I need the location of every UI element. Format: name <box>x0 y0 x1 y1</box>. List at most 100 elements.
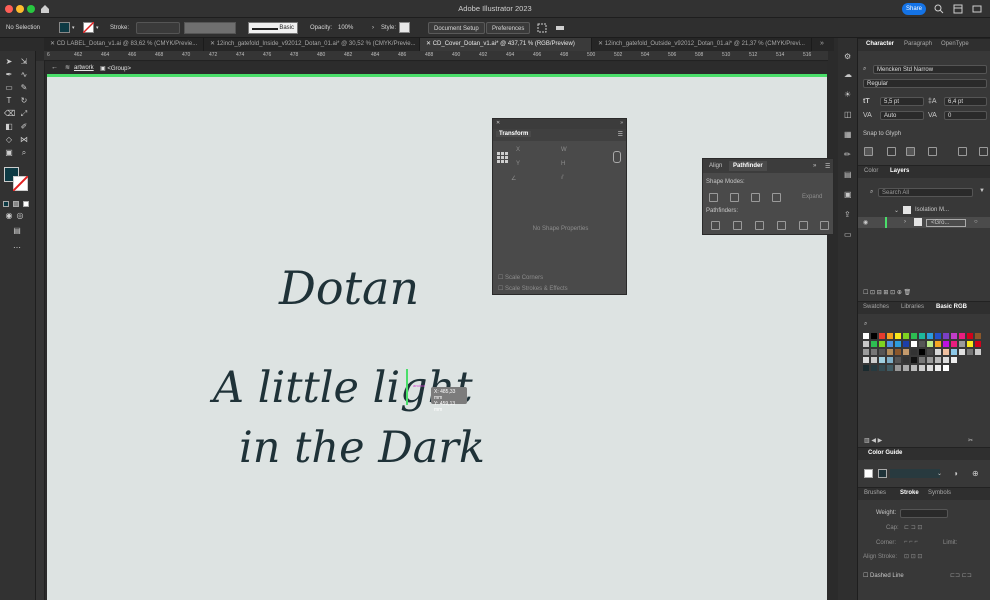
selection-tool-icon[interactable]: ➤ <box>4 57 14 67</box>
arrange-documents-icon[interactable] <box>953 4 963 14</box>
align-icon[interactable] <box>537 23 547 33</box>
gradient-mode-icon[interactable] <box>13 201 19 207</box>
close-icon[interactable]: ✕ <box>210 41 217 47</box>
color-swatch[interactable] <box>951 333 957 339</box>
color-swatch[interactable] <box>895 333 901 339</box>
layer-name[interactable]: Isolation M... <box>915 207 949 213</box>
color-swatch[interactable] <box>911 365 917 371</box>
color-swatch[interactable] <box>935 365 941 371</box>
color-swatch[interactable] <box>887 341 893 347</box>
artboards-icon[interactable]: ▣ <box>844 190 852 199</box>
tab-brushes[interactable]: Brushes <box>864 490 886 496</box>
color-swatch[interactable] <box>943 357 949 363</box>
divide-icon[interactable] <box>711 221 720 230</box>
color-swatch[interactable] <box>879 357 885 363</box>
color-mode-icon[interactable] <box>3 201 9 207</box>
color-swatch[interactable] <box>935 349 941 355</box>
color-swatch[interactable] <box>863 357 869 363</box>
leading-field[interactable]: 6,4 pt <box>944 97 987 106</box>
layers-dock-icon[interactable]: ▤ <box>844 170 852 179</box>
scale-corners-checkbox[interactable]: ☐ Scale Corners <box>498 274 543 281</box>
eye-icon[interactable]: ◉ <box>863 219 868 226</box>
artwork-title[interactable]: Dotan <box>279 261 419 315</box>
document-setup-button[interactable]: Document Setup <box>428 22 485 34</box>
align-stroke-icons[interactable]: ⊡ ⊡ ⊡ <box>904 553 922 560</box>
color-swatch[interactable] <box>863 365 869 371</box>
color-swatch[interactable] <box>871 357 877 363</box>
snap-xheight-icon[interactable] <box>887 147 896 156</box>
stroke-weight-field[interactable] <box>136 22 180 34</box>
snap-proximity-icon[interactable] <box>928 147 937 156</box>
color-swatch[interactable] <box>895 357 901 363</box>
color-swatch[interactable] <box>919 341 925 347</box>
transform-icon[interactable] <box>555 23 565 33</box>
edit-colors-icon[interactable]: ⊕ <box>972 469 979 478</box>
tab-character[interactable]: Character <box>866 41 894 47</box>
color-swatch[interactable] <box>975 333 981 339</box>
artwork-line-3[interactable]: in the Dark <box>239 423 485 473</box>
expand-icon[interactable]: » <box>620 120 623 126</box>
minus-back-icon[interactable] <box>820 221 829 230</box>
layers-search-input[interactable]: Search All <box>878 188 973 197</box>
color-swatch[interactable] <box>871 365 877 371</box>
stroke-color-swatch[interactable] <box>83 22 94 33</box>
tab-symbols[interactable]: Symbols <box>928 490 951 496</box>
snap-baseline-icon[interactable] <box>864 147 873 156</box>
artboard-canvas[interactable]: Dotan A little light in the Dark anchor … <box>47 77 827 600</box>
share-button[interactable]: Share <box>902 3 926 15</box>
none-mode-icon[interactable] <box>23 201 29 207</box>
variable-width-profile[interactable] <box>184 22 236 34</box>
color-swatch[interactable] <box>959 341 965 347</box>
collapse-icon[interactable]: ✕ <box>496 120 500 126</box>
color-swatch[interactable] <box>959 349 965 355</box>
reference-point-icon[interactable] <box>497 152 508 163</box>
color-wheel-icon[interactable]: ◑ <box>953 469 958 478</box>
harmony-strip[interactable] <box>890 469 940 478</box>
font-style-field[interactable]: Regular <box>863 79 987 88</box>
unite-icon[interactable] <box>709 193 718 202</box>
zoom-tool-icon[interactable]: ⌕ <box>19 148 29 158</box>
color-swatch[interactable] <box>935 357 941 363</box>
preferences-button[interactable]: Preferences <box>486 22 531 34</box>
tab-cd-label[interactable]: ✕ CD LABEL_Dotan_v1.ai @ 83,62 % (CMYK/P… <box>44 38 204 51</box>
color-swatch[interactable] <box>975 341 981 347</box>
trim-icon[interactable] <box>733 221 742 230</box>
swatch-icon[interactable]: ▦ <box>844 130 852 139</box>
color-swatch[interactable] <box>879 333 885 339</box>
corner-style-icons[interactable]: ⌐ ⌐ ⌐ <box>904 539 918 545</box>
snap-anchor-icon[interactable] <box>979 147 988 156</box>
tab-pathfinder[interactable]: Pathfinder <box>729 161 767 171</box>
breadcrumb-layer[interactable]: artwork <box>74 65 94 71</box>
color-swatch[interactable] <box>967 349 973 355</box>
swatch-grid[interactable] <box>863 333 983 383</box>
color-swatch[interactable] <box>911 333 917 339</box>
color-swatch[interactable] <box>927 365 933 371</box>
color-swatch[interactable] <box>919 357 925 363</box>
draw-normal-icon[interactable]: ◉ <box>4 211 14 221</box>
color-swatch[interactable] <box>951 349 957 355</box>
tab-stroke[interactable]: Stroke <box>900 490 919 496</box>
scale-tool-icon[interactable]: ⤢ <box>19 109 29 119</box>
chevron-down-icon[interactable]: ⌄ <box>894 207 899 214</box>
color-swatch[interactable] <box>967 333 973 339</box>
color-swatch[interactable] <box>895 365 901 371</box>
pen-tool-icon[interactable]: ✒ <box>4 70 14 80</box>
color-swatch[interactable] <box>863 333 869 339</box>
chevron-right-icon[interactable]: › <box>904 219 906 225</box>
back-arrow-icon[interactable]: ← <box>51 64 58 71</box>
tab-swatches[interactable]: Swatches <box>863 304 889 310</box>
color-swatch[interactable] <box>879 341 885 347</box>
horizontal-ruler[interactable]: 6 462 464 466 468 470 472 474 476 478 480 482 484 486… <box>44 51 828 61</box>
constrain-proportions-icon[interactable] <box>613 151 621 163</box>
color-swatch[interactable] <box>943 341 949 347</box>
tab-libraries[interactable]: Libraries <box>901 304 924 310</box>
tab-paragraph[interactable]: Paragraph <box>904 41 932 47</box>
tab-layers[interactable]: Layers <box>890 168 909 174</box>
shape-builder-tool-icon[interactable]: ◇ <box>4 135 14 145</box>
direct-selection-tool-icon[interactable]: ⇲ <box>19 57 29 67</box>
filter-icon[interactable]: ▼ <box>979 188 985 194</box>
color-swatch[interactable] <box>879 365 885 371</box>
tab-opentype[interactable]: OpenType <box>941 41 969 47</box>
panel-drag-bar[interactable]: ✕ » <box>493 119 626 129</box>
tracking-field[interactable]: 0 <box>944 111 987 120</box>
